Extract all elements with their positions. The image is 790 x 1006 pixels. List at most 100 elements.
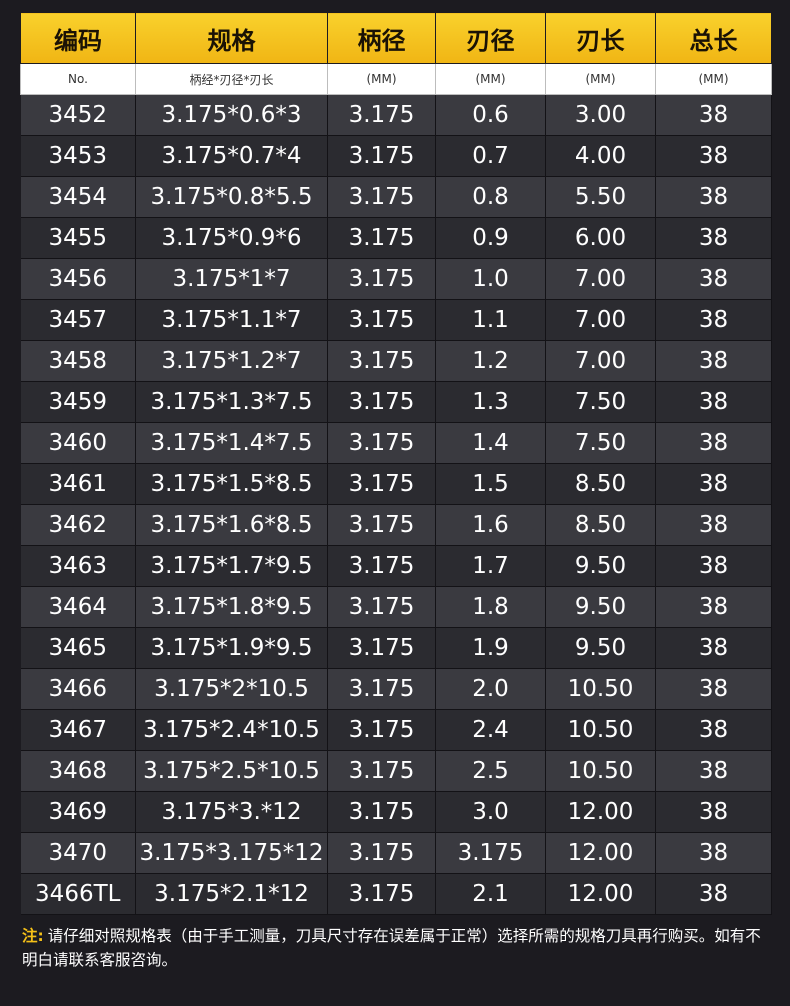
table-row: 3461 3.175*1.5*8.5 3.175 1.5 8.50 38 bbox=[20, 463, 772, 505]
cell-total-length: 38 bbox=[655, 258, 772, 300]
cell-shank-diameter: 3.175 bbox=[327, 299, 436, 341]
cell-code: 3470 bbox=[20, 832, 136, 874]
unit-row: No. 柄经*刃径*刃长 (MM) (MM) (MM) (MM) bbox=[20, 63, 772, 95]
table-row: 3452 3.175*0.6*3 3.175 0.6 3.00 38 bbox=[20, 94, 772, 136]
spec-table-container: 编码 规格 柄径 刃径 刃长 总长 No. 柄经*刃径*刃长 (MM) (MM)… bbox=[20, 12, 772, 915]
cell-total-length: 38 bbox=[655, 135, 772, 177]
cell-code: 3453 bbox=[20, 135, 136, 177]
cell-code: 3466TL bbox=[20, 873, 136, 915]
cell-code: 3456 bbox=[20, 258, 136, 300]
cell-total-length: 38 bbox=[655, 176, 772, 218]
cell-blade-diameter: 1.3 bbox=[435, 381, 546, 423]
cell-shank-diameter: 3.175 bbox=[327, 94, 436, 136]
cell-spec: 3.175*1.3*7.5 bbox=[135, 381, 328, 423]
cell-code: 3465 bbox=[20, 627, 136, 669]
header-row: 编码 规格 柄径 刃径 刃长 总长 bbox=[20, 12, 772, 64]
cell-total-length: 38 bbox=[655, 873, 772, 915]
cell-shank-diameter: 3.175 bbox=[327, 217, 436, 259]
cell-spec: 3.175*1.5*8.5 bbox=[135, 463, 328, 505]
cell-spec: 3.175*2.4*10.5 bbox=[135, 709, 328, 751]
cell-total-length: 38 bbox=[655, 545, 772, 587]
cell-blade-diameter: 1.4 bbox=[435, 422, 546, 464]
cell-total-length: 38 bbox=[655, 832, 772, 874]
cell-blade-length: 4.00 bbox=[545, 135, 656, 177]
cell-shank-diameter: 3.175 bbox=[327, 750, 436, 792]
cell-blade-length: 3.00 bbox=[545, 94, 656, 136]
table-row: 3464 3.175*1.8*9.5 3.175 1.8 9.50 38 bbox=[20, 586, 772, 628]
cell-blade-length: 12.00 bbox=[545, 832, 656, 874]
cell-blade-length: 10.50 bbox=[545, 709, 656, 751]
cell-blade-length: 9.50 bbox=[545, 545, 656, 587]
cell-shank-diameter: 3.175 bbox=[327, 135, 436, 177]
spec-table: 编码 规格 柄径 刃径 刃长 总长 No. 柄经*刃径*刃长 (MM) (MM)… bbox=[20, 12, 772, 915]
cell-code: 3468 bbox=[20, 750, 136, 792]
cell-code: 3461 bbox=[20, 463, 136, 505]
cell-blade-diameter: 1.9 bbox=[435, 627, 546, 669]
table-row: 3467 3.175*2.4*10.5 3.175 2.4 10.50 38 bbox=[20, 709, 772, 751]
cell-shank-diameter: 3.175 bbox=[327, 627, 436, 669]
table-row: 3463 3.175*1.7*9.5 3.175 1.7 9.50 38 bbox=[20, 545, 772, 587]
table-row: 3460 3.175*1.4*7.5 3.175 1.4 7.50 38 bbox=[20, 422, 772, 464]
cell-blade-diameter: 1.2 bbox=[435, 340, 546, 382]
header-total-length: 总长 bbox=[655, 12, 772, 64]
cell-blade-diameter: 1.7 bbox=[435, 545, 546, 587]
cell-code: 3464 bbox=[20, 586, 136, 628]
cell-blade-diameter: 0.8 bbox=[435, 176, 546, 218]
cell-blade-diameter: 3.175 bbox=[435, 832, 546, 874]
cell-spec: 3.175*1.8*9.5 bbox=[135, 586, 328, 628]
cell-code: 3460 bbox=[20, 422, 136, 464]
cell-blade-length: 12.00 bbox=[545, 791, 656, 833]
cell-spec: 3.175*1.6*8.5 bbox=[135, 504, 328, 546]
note-label: 注: bbox=[22, 927, 44, 945]
cell-total-length: 38 bbox=[655, 422, 772, 464]
unit-shank-diameter: (MM) bbox=[327, 63, 436, 95]
usage-note: 注: 请仔细对照规格表（由于手工测量，刀具尺寸存在误差属于正常）选择所需的规格刀具… bbox=[22, 924, 762, 972]
table-row: 3458 3.175*1.2*7 3.175 1.2 7.00 38 bbox=[20, 340, 772, 382]
cell-spec: 3.175*2.1*12 bbox=[135, 873, 328, 915]
cell-total-length: 38 bbox=[655, 381, 772, 423]
header-spec: 规格 bbox=[135, 12, 328, 64]
cell-blade-diameter: 2.4 bbox=[435, 709, 546, 751]
table-row: 3466 3.175*2*10.5 3.175 2.0 10.50 38 bbox=[20, 668, 772, 710]
cell-spec: 3.175*0.9*6 bbox=[135, 217, 328, 259]
cell-blade-diameter: 2.0 bbox=[435, 668, 546, 710]
cell-shank-diameter: 3.175 bbox=[327, 422, 436, 464]
cell-blade-diameter: 0.9 bbox=[435, 217, 546, 259]
cell-spec: 3.175*0.7*4 bbox=[135, 135, 328, 177]
table-row: 3462 3.175*1.6*8.5 3.175 1.6 8.50 38 bbox=[20, 504, 772, 546]
unit-spec: 柄经*刃径*刃长 bbox=[135, 63, 328, 95]
cell-shank-diameter: 3.175 bbox=[327, 709, 436, 751]
cell-blade-length: 10.50 bbox=[545, 750, 656, 792]
cell-shank-diameter: 3.175 bbox=[327, 791, 436, 833]
cell-shank-diameter: 3.175 bbox=[327, 873, 436, 915]
cell-total-length: 38 bbox=[655, 299, 772, 341]
table-row: 3453 3.175*0.7*4 3.175 0.7 4.00 38 bbox=[20, 135, 772, 177]
header-blade-length: 刃长 bbox=[545, 12, 656, 64]
cell-spec: 3.175*3.*12 bbox=[135, 791, 328, 833]
table-row: 3454 3.175*0.8*5.5 3.175 0.8 5.50 38 bbox=[20, 176, 772, 218]
cell-spec: 3.175*1.9*9.5 bbox=[135, 627, 328, 669]
cell-total-length: 38 bbox=[655, 463, 772, 505]
cell-spec: 3.175*0.6*3 bbox=[135, 94, 328, 136]
header-shank-diameter: 柄径 bbox=[327, 12, 436, 64]
cell-shank-diameter: 3.175 bbox=[327, 832, 436, 874]
unit-code: No. bbox=[20, 63, 136, 95]
table-row: 3457 3.175*1.1*7 3.175 1.1 7.00 38 bbox=[20, 299, 772, 341]
cell-blade-diameter: 1.5 bbox=[435, 463, 546, 505]
cell-spec: 3.175*2*10.5 bbox=[135, 668, 328, 710]
cell-blade-length: 12.00 bbox=[545, 873, 656, 915]
cell-blade-diameter: 2.1 bbox=[435, 873, 546, 915]
header-code: 编码 bbox=[20, 12, 136, 64]
cell-code: 3463 bbox=[20, 545, 136, 587]
cell-blade-length: 7.00 bbox=[545, 258, 656, 300]
table-row: 3459 3.175*1.3*7.5 3.175 1.3 7.50 38 bbox=[20, 381, 772, 423]
table-row: 3465 3.175*1.9*9.5 3.175 1.9 9.50 38 bbox=[20, 627, 772, 669]
cell-code: 3462 bbox=[20, 504, 136, 546]
note-text: 请仔细对照规格表（由于手工测量，刀具尺寸存在误差属于正常）选择所需的规格刀具再行… bbox=[22, 927, 761, 969]
cell-blade-length: 7.00 bbox=[545, 299, 656, 341]
cell-shank-diameter: 3.175 bbox=[327, 381, 436, 423]
cell-spec: 3.175*1.4*7.5 bbox=[135, 422, 328, 464]
cell-shank-diameter: 3.175 bbox=[327, 258, 436, 300]
cell-total-length: 38 bbox=[655, 586, 772, 628]
cell-total-length: 38 bbox=[655, 217, 772, 259]
